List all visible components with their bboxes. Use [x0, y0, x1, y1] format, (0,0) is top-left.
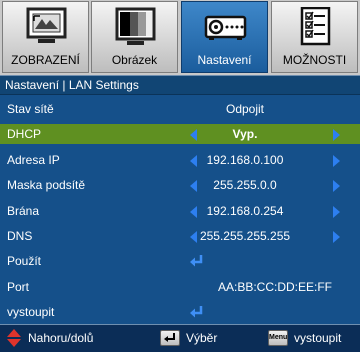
projector-icon	[204, 15, 247, 40]
tab-label: Obrázek	[111, 53, 158, 67]
row-value: 192.168.0.100	[206, 153, 284, 167]
row-label: vystoupit	[7, 305, 55, 319]
tab-label: MOŽNOSTI	[282, 53, 347, 67]
row-subnet-mask[interactable]: Maska podsítě 255.255.0.0	[0, 175, 360, 195]
row-label: Použít	[7, 254, 42, 268]
row-gateway[interactable]: Brána 192.168.0.254	[0, 201, 360, 221]
display-icon	[26, 7, 67, 43]
nav-hint-label: Nahoru/dolů	[28, 331, 94, 345]
enter-icon[interactable]	[189, 254, 204, 268]
row-label: DNS	[7, 229, 33, 243]
tab-zobrazeni[interactable]: ZOBRAZENÍ	[2, 1, 89, 73]
help-bar: Nahoru/dolů Výběr Menu vystoupit	[0, 324, 360, 352]
up-down-arrows-icon	[7, 329, 21, 347]
select-hint-label: Výběr	[186, 331, 218, 345]
exit-hint-label: vystoupit	[294, 331, 342, 345]
row-port: Port AA:BB:CC:DD:EE:FF	[0, 277, 360, 297]
row-network-status: Stav sítě Odpojit	[0, 99, 360, 119]
options-icon	[300, 7, 331, 46]
row-value: Vyp.	[232, 127, 258, 141]
tab-label: Nastavení	[197, 53, 252, 67]
arrow-right-icon[interactable]	[333, 180, 340, 192]
row-dns[interactable]: DNS 255.255.255.255	[0, 226, 360, 246]
tab-moznosti[interactable]: MOŽNOSTI	[271, 1, 358, 73]
row-label: Port	[7, 280, 30, 294]
row-exit[interactable]: vystoupit	[0, 302, 360, 322]
enter-icon[interactable]	[189, 305, 204, 319]
row-label: Maska podsítě	[7, 178, 86, 192]
row-value: 255.255.255.255	[199, 229, 291, 243]
arrow-right-icon[interactable]	[333, 231, 340, 243]
menu-key-icon: Menu	[268, 330, 288, 346]
tab-obrazek[interactable]: Obrázek	[91, 1, 178, 73]
row-label: Adresa IP	[7, 153, 60, 167]
row-value: 192.168.0.254	[206, 204, 284, 218]
row-value: Odpojit	[225, 102, 265, 116]
row-apply[interactable]: Použít	[0, 251, 360, 271]
arrow-right-icon[interactable]	[333, 129, 340, 141]
row-label: DHCP	[7, 127, 42, 141]
row-dhcp[interactable]: DHCP Vyp.	[0, 124, 360, 144]
arrow-right-icon[interactable]	[333, 155, 340, 167]
row-value: AA:BB:CC:DD:EE:FF	[217, 280, 333, 294]
row-label: Stav sítě	[7, 102, 54, 116]
row-label: Brána	[7, 204, 40, 218]
row-ip-address[interactable]: Adresa IP 192.168.0.100	[0, 150, 360, 170]
picture-icon	[115, 7, 156, 45]
breadcrumb: Nastavení | LAN Settings	[0, 75, 360, 95]
arrow-right-icon[interactable]	[333, 206, 340, 218]
menu-tabs: ZOBRAZENÍ Obrázek Nastavení MOŽNOSTI	[0, 0, 360, 75]
tab-label: ZOBRAZENÍ	[11, 53, 80, 67]
row-value: 255.255.0.0	[213, 178, 277, 192]
enter-key-icon	[160, 330, 180, 346]
tab-nastaveni[interactable]: Nastavení	[181, 1, 268, 73]
